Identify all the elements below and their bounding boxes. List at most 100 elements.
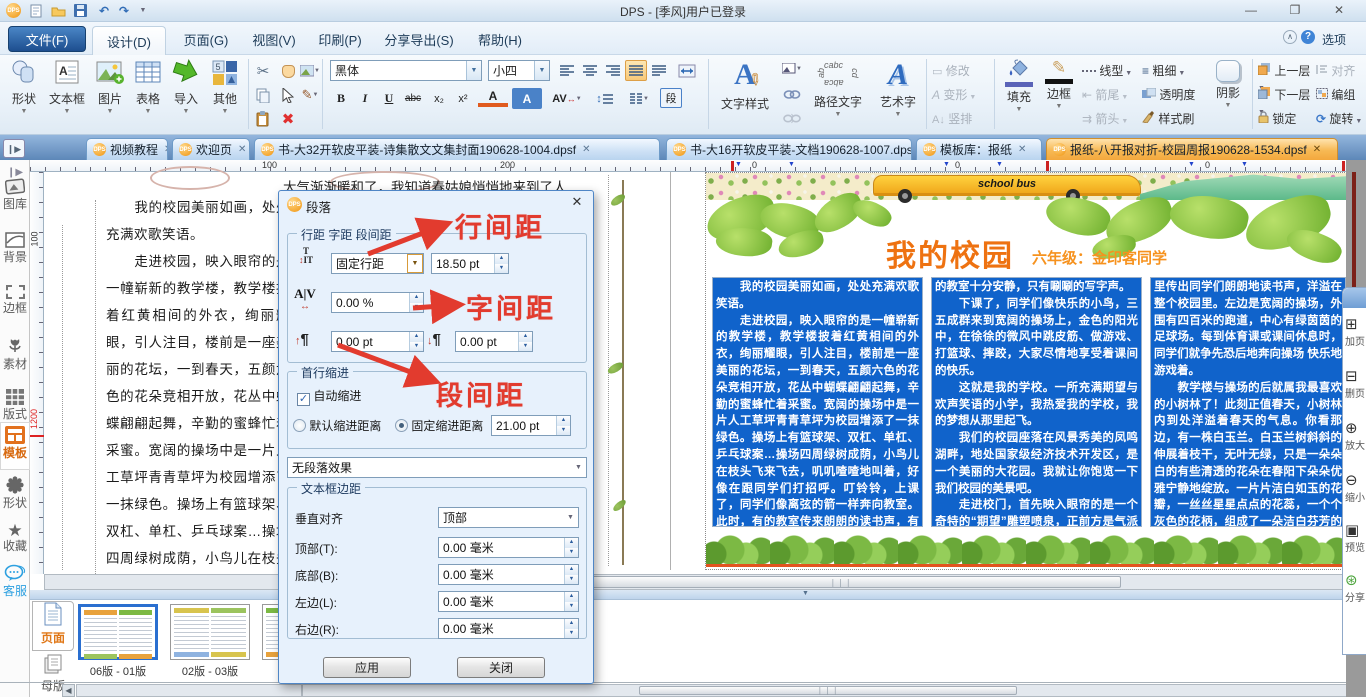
- char-spacing-value-field[interactable]: 0.00 %▲▼: [331, 292, 424, 313]
- space-after-field[interactable]: 0.00 pt▲▼: [455, 331, 533, 352]
- italic-button[interactable]: I: [354, 88, 376, 109]
- copy-icon[interactable]: [253, 86, 273, 104]
- sidebar-item-favorite[interactable]: ★收藏: [0, 522, 30, 553]
- spinner-arrows[interactable]: ▲▼: [564, 538, 578, 557]
- space-before-field[interactable]: 0.00 pt▲▼: [331, 331, 424, 352]
- font-color-button[interactable]: A: [478, 88, 508, 107]
- delete-page-button[interactable]: ⊟删页: [1345, 368, 1366, 400]
- insert-other-button[interactable]: 5 其他▼: [206, 58, 244, 115]
- columns-button[interactable]: ▼: [624, 88, 654, 109]
- help-icon[interactable]: ?: [1301, 30, 1315, 44]
- align-center-button[interactable]: [579, 60, 601, 81]
- radio-icon[interactable]: [293, 419, 306, 432]
- pan-hand-icon[interactable]: [278, 62, 298, 80]
- doc-tab-book16[interactable]: DPS书-大16开软皮平装-文档190628-1007.dpsf✕: [666, 138, 912, 160]
- line-spacing-value-field[interactable]: 18.50 pt▲▼: [431, 253, 509, 274]
- dialog-close-icon[interactable]: ✕: [567, 194, 587, 212]
- line-spacing-button[interactable]: ↕: [590, 88, 620, 109]
- zoom-in-button[interactable]: ⊕放大: [1345, 420, 1366, 452]
- margin-pin[interactable]: [1046, 161, 1049, 171]
- paragraph-effect-select[interactable]: 无段落效果▼: [287, 457, 587, 478]
- text-style-button[interactable]: A✎ 文字样式: [714, 58, 776, 112]
- shadow-button[interactable]: 阴影▼: [1208, 58, 1248, 109]
- doc-tab-template-library[interactable]: DPS模板库：报纸✕: [916, 138, 1042, 160]
- close-tab-icon[interactable]: ✕: [164, 144, 168, 155]
- news-column-1[interactable]: 我的校园美丽如画，处处充满欢歌笑语。 走进校园，映入眼帘的是一幢崭新的教学楼，教…: [712, 277, 923, 527]
- fixed-indent-radio[interactable]: 固定缩进距离: [395, 417, 483, 434]
- menu-design[interactable]: 设计(D): [92, 26, 166, 55]
- sidebar-item-frame[interactable]: 边框: [0, 285, 30, 315]
- indent-marker[interactable]: ▼: [1241, 161, 1248, 169]
- main-h-scrollbar[interactable]: ❘❘❘: [302, 684, 1348, 697]
- path-text-button[interactable]: cabcabcaabcd 路径文字▼: [806, 58, 870, 118]
- radio-selected-icon[interactable]: [395, 419, 408, 432]
- line-spacing-mode-select[interactable]: 固定行距▼: [331, 253, 424, 274]
- doc-tab-welcome[interactable]: DPS欢迎页✕: [172, 138, 250, 160]
- margin-left-field[interactable]: 0.00 毫米▲▼: [438, 591, 579, 612]
- group-button[interactable]: 编组: [1316, 86, 1366, 103]
- spinner-arrows[interactable]: ▲▼: [564, 619, 578, 638]
- close-button[interactable]: ✕: [1324, 1, 1354, 19]
- indent-value-field[interactable]: 21.00 pt▲▼: [491, 415, 571, 436]
- book-text-column[interactable]: 我的校园美丽如画，处处充满欢歌笑语。 走进校园，映入眼帘的是一幢崭新的教学楼，教…: [106, 194, 290, 574]
- indent-marker[interactable]: ▼: [943, 161, 950, 169]
- canvas-h-scrollbar[interactable]: ❘❘❘: [44, 574, 1346, 590]
- insert-import-button[interactable]: 导入▼: [168, 58, 204, 115]
- share-button[interactable]: ⊛分享: [1345, 572, 1366, 604]
- indent-marker[interactable]: ▼: [996, 161, 1003, 169]
- main-h-scrollbar-thumb[interactable]: ❘❘❘: [639, 686, 1017, 695]
- menu-view[interactable]: 视图(V): [242, 26, 306, 52]
- maximize-button[interactable]: ❐: [1280, 1, 1310, 19]
- selected-text[interactable]: 的教室十分安静，只有唰唰的写字声。 下课了，同学们像快乐的小鸟，三五成群来到宽阔…: [932, 278, 1141, 527]
- add-page-button[interactable]: ⊞加页: [1345, 316, 1366, 348]
- menu-page[interactable]: 页面(G): [174, 26, 238, 52]
- canvas-h-scrollbar-thumb[interactable]: ❘❘❘: [561, 576, 1121, 588]
- newspaper-headline[interactable]: 我的校园: [886, 231, 1014, 275]
- doc-tab-book32[interactable]: DPS书-大32开软皮平装-诗集散文文集封面190628-1004.dpsf✕: [254, 138, 660, 160]
- sidebar-item-template-active[interactable]: 模板: [0, 422, 30, 470]
- indent-marker[interactable]: ▼: [788, 161, 795, 169]
- panel-divider[interactable]: ▼: [30, 590, 1346, 600]
- tab-list-expander[interactable]: ❙▶: [3, 139, 25, 158]
- checkbox-checked-icon[interactable]: ✓: [297, 393, 310, 406]
- thumbs-scroll-left-arrow[interactable]: ◀: [62, 684, 75, 697]
- sidebar-item-gallery[interactable]: 图库: [0, 178, 30, 211]
- insert-textbox-button[interactable]: A 文本框▼: [44, 58, 90, 115]
- newspaper-byline[interactable]: 六年级：金印客同学: [1032, 247, 1167, 268]
- select-cursor-icon[interactable]: [278, 86, 298, 104]
- news-column-3[interactable]: 里传出同学们朗朗地读书声，洋溢在整个校园里。左边是宽阔的操场，外围有四百米的跑道…: [1150, 277, 1346, 527]
- sidebar-item-shape[interactable]: 形状: [0, 476, 30, 510]
- highlight-color-button[interactable]: A: [512, 88, 542, 109]
- minimize-button[interactable]: —: [1236, 1, 1266, 19]
- spinner-arrows[interactable]: ▲▼: [494, 254, 508, 273]
- menu-file[interactable]: 文件(F): [8, 26, 86, 52]
- pages-tab-active[interactable]: 页面: [32, 601, 74, 651]
- cut-icon[interactable]: ✂: [253, 62, 273, 80]
- menu-print[interactable]: 印刷(P): [310, 26, 370, 52]
- text-fit-button[interactable]: [674, 60, 700, 81]
- close-tab-icon[interactable]: ✕: [238, 144, 246, 155]
- format-brush-button[interactable]: 样式刷: [1142, 110, 1204, 127]
- font-size-select[interactable]: 小四▼: [488, 60, 550, 81]
- delete-icon[interactable]: ✖: [278, 110, 298, 128]
- insert-shape-button[interactable]: 形状▼: [6, 58, 42, 115]
- selected-text[interactable]: 里传出同学们朗朗地读书声，洋溢在整个校园里。左边是宽阔的操场，外围有四百米的跑道…: [1151, 278, 1345, 527]
- lock-button[interactable]: 锁定: [1258, 110, 1314, 127]
- font-family-select[interactable]: 黑体▼: [330, 60, 482, 81]
- auto-indent-checkbox[interactable]: ✓ 自动缩进: [297, 387, 361, 406]
- fill-button[interactable]: 填充▼: [1000, 58, 1038, 113]
- spinner-arrows[interactable]: ▲▼: [409, 332, 423, 351]
- align-right-button[interactable]: [602, 60, 624, 81]
- close-dialog-button[interactable]: 关闭: [457, 657, 545, 678]
- line-type-button[interactable]: 线型 ▼: [1082, 62, 1138, 79]
- sidebar-expander[interactable]: ❙▶: [0, 164, 30, 178]
- spinner-arrows[interactable]: ▲▼: [409, 293, 423, 312]
- thumbs-scrollbar[interactable]: [76, 684, 302, 697]
- sidebar-item-service[interactable]: 客服: [0, 564, 30, 598]
- default-indent-radio[interactable]: 默认缩进距离: [293, 417, 381, 434]
- opacity-button[interactable]: 透明度: [1142, 86, 1204, 103]
- sidebar-item-material[interactable]: 素材: [0, 337, 30, 371]
- margin-right-field[interactable]: 0.00 毫米▲▼: [438, 618, 579, 639]
- rotate-button[interactable]: ⟳ 旋转 ▼: [1316, 110, 1366, 127]
- apply-button[interactable]: 应用: [323, 657, 411, 678]
